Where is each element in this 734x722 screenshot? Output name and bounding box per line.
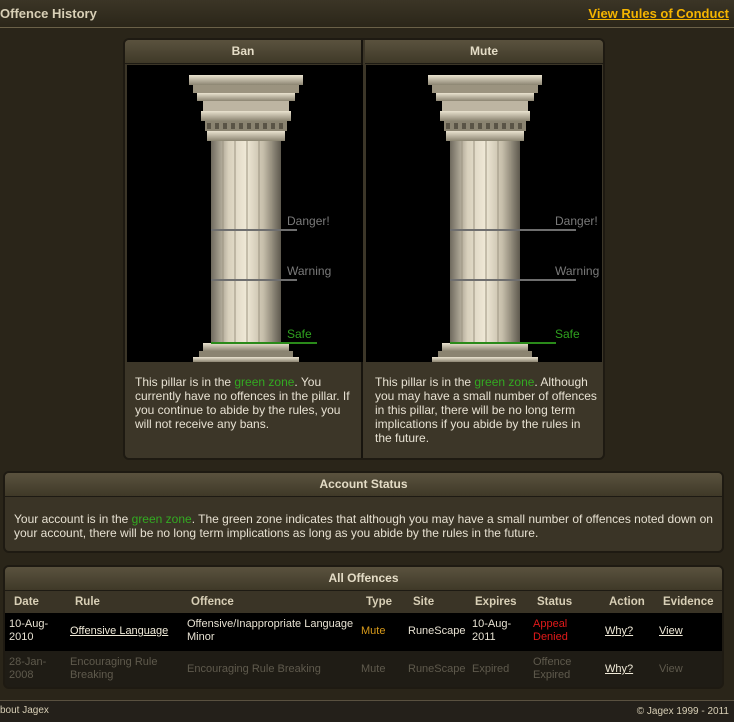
safe-label: Safe [555,327,580,341]
table-row: 10-Aug- 2010 Offensive Language Offensive… [5,613,722,651]
cell-expires: Expired [472,663,510,675]
col-site: Site [413,596,435,608]
ban-pillar-description: This pillar is in the green zone. You cu… [135,375,350,431]
cell-site: RuneScape [408,663,466,675]
cell-offence: Encouraging Rule Breaking [187,663,321,675]
mute-pillar: Mute Danger! Warning Safe This pillar is… [365,40,603,458]
header-bar: Offence History View Rules of Conduct [0,0,734,28]
table-row: 28-Jan- 2008 Encouraging Rule Breaking Enc… [5,651,722,687]
table-header: Date Rule Offence Type Site Expires Stat… [5,591,722,613]
col-rule: Rule [75,596,100,608]
col-evidence: Evidence [663,596,714,608]
green-zone-text: green zone [474,375,535,389]
safe-label: Safe [287,327,312,341]
danger-label: Danger! [287,214,330,228]
cell-status: Appeal Denied [533,618,568,643]
view-evidence-link: View [659,663,683,675]
view-evidence-link[interactable]: View [659,625,683,637]
offences-table: All Offences Date Rule Offence Type Site… [3,565,724,689]
ban-pillar: Ban Danger! Warning Safe This pillar is … [125,40,363,458]
rule-link[interactable]: Offensive Language [70,625,168,637]
col-expires: Expires [475,596,517,608]
danger-label: Danger! [555,214,598,228]
cell-offence: Offensive/Inappropriate Language Minor [187,618,354,643]
about-link[interactable]: bout Jagex [0,705,49,716]
mute-pillar-stage: Danger! Warning Safe [366,65,602,362]
view-rules-link[interactable]: View Rules of Conduct [588,6,729,21]
col-offence: Offence [191,596,234,608]
account-status-text: Your account is in the green zone. The g… [14,512,713,540]
cell-site: RuneScape [408,625,466,637]
col-type: Type [366,596,392,608]
mute-pillar-title: Mute [365,40,603,64]
cell-expires: 10-Aug- 2011 [472,618,512,643]
cell-type: Mute [361,663,386,675]
cell-rule: Encouraging Rule Breaking [70,656,158,681]
why-link[interactable]: Why? [605,625,633,637]
col-action: Action [609,596,645,608]
cell-status: Offence Expired [533,656,572,681]
cell-type: Mute [361,625,386,637]
offences-title: All Offences [5,567,722,591]
copyright: © Jagex 1999 - 2011 [636,706,729,717]
cell-date: 28-Jan- 2008 [9,656,47,681]
mute-pillar-description: This pillar is in the green zone. Althou… [375,375,597,445]
account-status-panel: Account Status Your account is in the gr… [3,471,724,553]
cell-date: 10-Aug- 2010 [9,618,49,643]
pillars-panel: Ban Danger! Warning Safe This pillar is … [123,38,605,460]
ban-pillar-title: Ban [125,40,361,64]
col-status: Status [537,596,573,608]
warning-label: Warning [287,264,332,278]
page-title: Offence History [0,6,97,21]
col-date: Date [14,596,39,608]
green-zone-text: green zone [131,512,192,526]
green-zone-text: green zone [234,375,295,389]
warning-label: Warning [555,264,600,278]
why-link[interactable]: Why? [605,663,633,675]
ban-pillar-stage: Danger! Warning Safe [127,65,363,362]
footer: bout Jagex © Jagex 1999 - 2011 [0,700,734,722]
account-status-title: Account Status [5,473,722,497]
